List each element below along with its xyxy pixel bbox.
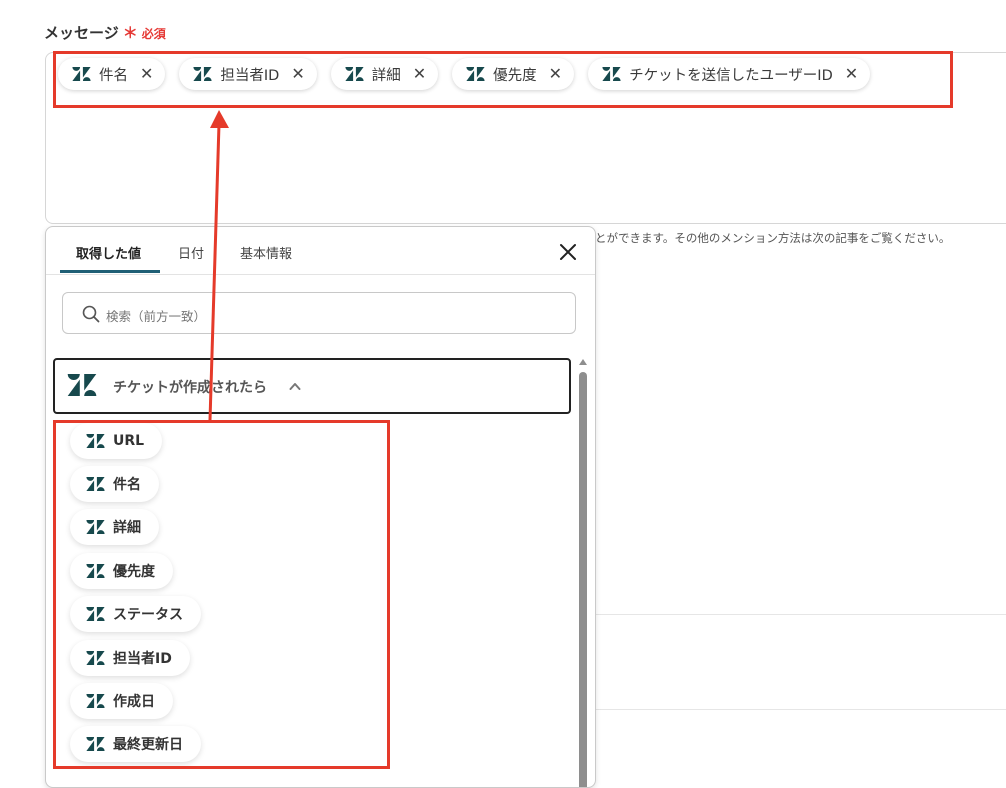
tab-date[interactable]: 日付 <box>178 243 204 262</box>
scrollbar[interactable] <box>578 358 588 787</box>
search-icon <box>82 305 100 323</box>
divider <box>594 614 1006 615</box>
tab-basic-info[interactable]: 基本情報 <box>240 243 292 262</box>
divider <box>594 709 1006 710</box>
field-label-text: メッセージ <box>44 24 119 42</box>
search-input[interactable]: 検索（前方一致） <box>62 292 576 334</box>
scrollbar-thumb[interactable] <box>579 372 587 787</box>
required-text: 必須 <box>141 27 166 41</box>
chevron-up-icon[interactable] <box>289 382 301 390</box>
required-asterisk: ＊ <box>122 24 138 42</box>
tab-retrieved-values[interactable]: 取得した値 <box>76 243 141 262</box>
mention-hint-text: とができます。その他のメンション方法は次の記事をご覧ください。 <box>595 231 951 245</box>
active-tab-indicator <box>60 270 160 273</box>
section-title: チケットが作成されたら <box>113 380 267 396</box>
tab-bar: 取得した値 日付 基本情報 <box>46 227 595 275</box>
message-field-label: メッセージ ＊ 必須 <box>44 22 166 43</box>
scroll-up-arrow-icon[interactable] <box>579 358 587 366</box>
close-icon[interactable] <box>556 240 580 264</box>
chip-highlight-box <box>53 51 953 108</box>
zendesk-icon <box>67 374 97 396</box>
search-placeholder: 検索（前方一致） <box>106 309 207 324</box>
items-highlight-box <box>53 420 390 769</box>
trigger-section-header[interactable]: チケットが作成されたら <box>53 358 571 414</box>
